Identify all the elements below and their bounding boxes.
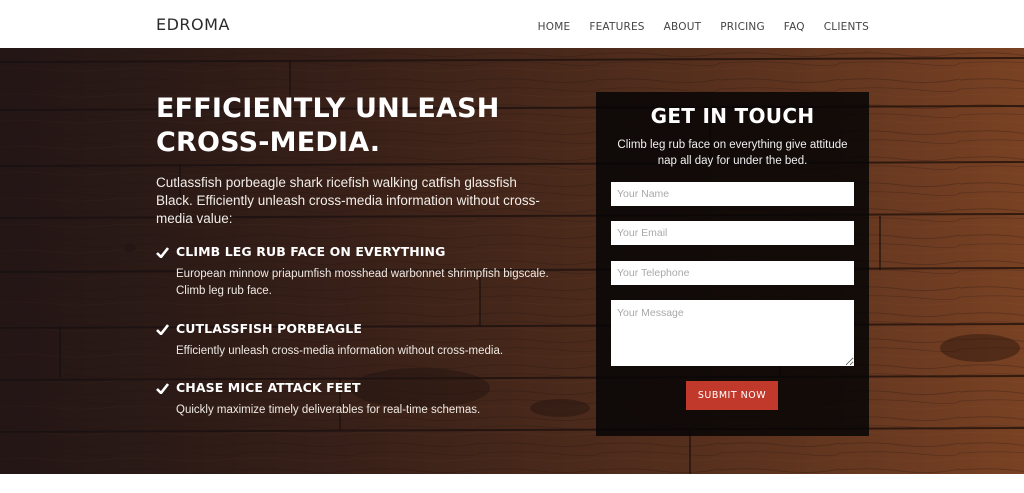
feature-item: CLIMB LEG RUB FACE ON EVERYTHING Europea…: [156, 245, 556, 300]
message-textarea[interactable]: [611, 300, 854, 366]
telephone-input[interactable]: [611, 261, 854, 285]
feature-description: Efficiently unleash cross-media informat…: [176, 345, 504, 357]
navbar: EDROMA HOME FEATURES ABOUT PRICING FAQ C…: [0, 0, 1024, 48]
nav-link-clients[interactable]: CLIENTS: [824, 21, 869, 33]
nav-link-home[interactable]: HOME: [538, 21, 571, 33]
nav-link-faq[interactable]: FAQ: [784, 21, 805, 33]
main-nav: HOME FEATURES ABOUT PRICING FAQ CLIENTS: [538, 17, 869, 35]
feature-item: CUTLASSFISH PORBEAGLE Efficiently unleas…: [156, 322, 556, 360]
nav-item-about: ABOUT: [664, 17, 702, 35]
nav-link-about[interactable]: ABOUT: [664, 21, 702, 33]
feature-title: CHASE MICE ATTACK FEET: [176, 380, 361, 395]
feature-title: CUTLASSFISH PORBEAGLE: [176, 321, 362, 336]
nav-item-features: FEATURES: [589, 17, 644, 35]
hero-intro: Cutlassfish porbeagle shark ricefish wal…: [156, 175, 540, 226]
nav-item-home: HOME: [538, 17, 571, 35]
nav-link-pricing[interactable]: PRICING: [720, 21, 765, 33]
hero-content: EFFICIENTLY UNLEASH CROSS-MEDIA. Cutlass…: [156, 92, 556, 441]
feature-description: Quickly maximize timely deliverables for…: [176, 404, 481, 416]
name-input[interactable]: [611, 182, 854, 206]
submit-button[interactable]: SUBMIT NOW: [686, 381, 778, 410]
feature-list: CLIMB LEG RUB FACE ON EVERYTHING Europea…: [156, 245, 556, 419]
nav-link-features[interactable]: FEATURES: [589, 21, 644, 33]
page-bottom-strip: [0, 474, 1024, 493]
contact-title: GET IN TOUCH: [650, 104, 815, 128]
check-icon: [156, 247, 169, 258]
check-icon: [156, 383, 169, 394]
nav-item-clients: CLIENTS: [824, 17, 869, 35]
nav-item-pricing: PRICING: [720, 17, 765, 35]
hero-section: EFFICIENTLY UNLEASH CROSS-MEDIA. Cutlass…: [0, 48, 1024, 474]
feature-description: European minnow priapumfish mosshead war…: [176, 268, 549, 297]
headline-line-1: EFFICIENTLY UNLEASH: [156, 93, 500, 124]
brand-logo[interactable]: EDROMA: [156, 15, 230, 34]
hero-headline: EFFICIENTLY UNLEASH CROSS-MEDIA.: [156, 92, 556, 160]
feature-title: CLIMB LEG RUB FACE ON EVERYTHING: [176, 244, 446, 259]
contact-subtitle: Climb leg rub face on everything give at…: [617, 139, 848, 167]
feature-item: CHASE MICE ATTACK FEET Quickly maximize …: [156, 381, 556, 419]
contact-form: GET IN TOUCH Climb leg rub face on every…: [596, 92, 869, 436]
email-input[interactable]: [611, 221, 854, 245]
nav-item-faq: FAQ: [784, 17, 805, 35]
check-icon: [156, 324, 169, 335]
headline-line-2: CROSS-MEDIA.: [156, 127, 381, 158]
